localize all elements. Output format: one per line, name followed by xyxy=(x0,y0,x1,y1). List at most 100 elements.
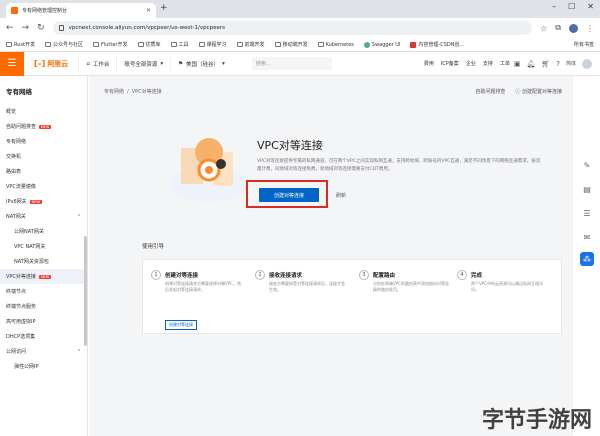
right-toolbar: ✎ ▤ ☰ ✉ ⁂ xyxy=(572,76,600,436)
sidebar-item[interactable]: 终端节点服务 xyxy=(0,299,87,314)
refresh-button[interactable]: 刷新 xyxy=(329,188,353,202)
sidebar-item[interactable]: NAT网关 ⌃ xyxy=(0,209,87,224)
bell-icon[interactable]: 🔔︎ xyxy=(526,60,535,68)
sidebar-item[interactable]: 弹性公网IP xyxy=(0,359,87,374)
browser-tab[interactable]: 专有网络管理控制台 ✕ xyxy=(6,3,156,18)
doc-icon[interactable]: ▤ xyxy=(580,182,594,196)
chevron-down-icon: ▾ xyxy=(222,60,225,67)
bookmark-item[interactable]: 优质库 xyxy=(137,41,161,48)
new-tab-icon[interactable]: + xyxy=(160,3,168,13)
extensions-icon[interactable]: ⧉ xyxy=(555,23,561,33)
sidebar-item[interactable]: 交换机 xyxy=(0,149,87,164)
top-link-icp[interactable]: ICP备案 xyxy=(441,60,459,67)
close-tab-icon[interactable]: ✕ xyxy=(146,7,151,14)
bookmark-item[interactable]: 移动端开发 xyxy=(274,41,308,48)
peer-config-link[interactable]: ⓘ 创建配置对等连接 xyxy=(515,88,562,95)
menu-icon[interactable]: ⋮ xyxy=(586,24,594,33)
sidebar-item[interactable]: 终端节点 xyxy=(0,284,87,299)
bookmark-item[interactable]: 内容管理-CSDN创... xyxy=(410,41,464,48)
reload-icon[interactable]: ↻ xyxy=(37,23,45,33)
sidebar-item[interactable]: VPC对等连接 NEW xyxy=(0,269,87,284)
lang-select[interactable]: 简体 xyxy=(566,60,576,67)
breadcrumb-item: VPC对等连接 xyxy=(131,89,162,95)
workspace-link[interactable]: ⌂ 工作台 xyxy=(78,56,116,71)
sidebar-item-label: 弹性公网IP xyxy=(14,364,39,370)
bookmark-item[interactable]: 工具 xyxy=(170,41,189,48)
step-title: 创建对等连接 xyxy=(165,273,199,279)
folder-icon xyxy=(317,42,324,47)
console-search-input[interactable]: 搜索... xyxy=(251,57,332,70)
tab-favicon-icon xyxy=(11,7,18,14)
sidebar-item[interactable]: 公网访问 ⌃ xyxy=(0,344,87,359)
sidebar-item[interactable]: 公网NAT网关 xyxy=(0,224,87,239)
bookmark-item[interactable]: 公众号与社区 xyxy=(44,41,83,48)
top-link-fee[interactable]: 费用 xyxy=(424,60,434,67)
forward-icon[interactable]: → xyxy=(22,23,30,33)
sidebar-item[interactable]: DHCP选项集 xyxy=(0,329,87,344)
minimize-icon[interactable]: – xyxy=(552,2,556,11)
sidebar-item[interactable]: NAT网关资源包 xyxy=(0,254,87,269)
url-field[interactable]: vpcnext.console.aliyun.com/vpcpeer/us-we… xyxy=(52,21,533,35)
browser-tab-bar: 专有网络管理控制台 ✕ + – ☐ ✕ xyxy=(0,0,600,18)
folder-icon xyxy=(170,42,177,47)
top-link-support[interactable]: 支持 xyxy=(483,60,493,67)
step-title: 接收连接请求 xyxy=(269,273,303,279)
aliyun-logo[interactable]: [–] 阿里云 xyxy=(24,59,78,69)
step-create-link[interactable]: 创建对等连接 xyxy=(165,320,197,330)
main-content: 专有网络 / VPC对等连接 自助问题排查 ⓘ 创建配置对等连接 VPC对等连接 V… xyxy=(89,76,572,436)
bookmark-item[interactable]: Kubernetes xyxy=(317,42,354,48)
window-controls: – ☐ ✕ xyxy=(552,2,594,11)
chevron-down-icon: ▾ xyxy=(160,60,164,67)
bookmark-item[interactable]: Rust开发 xyxy=(6,41,35,48)
help-icon[interactable]: ? xyxy=(556,60,560,68)
step-desc: 分别在两端VPC的路由表中添加指向对等连接的路由条目。 xyxy=(373,281,449,292)
sidebar-item-label: 交换机 xyxy=(6,154,22,160)
list-icon[interactable]: ☰ xyxy=(580,206,594,220)
bookmark-item[interactable]: Swagger UI xyxy=(363,41,400,48)
sidebar-scrollbar[interactable] xyxy=(84,236,87,346)
folder-icon xyxy=(198,42,205,47)
profile-avatar[interactable] xyxy=(569,23,578,33)
help-circle-icon: ⓘ xyxy=(515,89,522,95)
bookmark-item[interactable]: 前端开发 xyxy=(236,41,265,48)
create-peering-button[interactable]: 创建对等连接 xyxy=(259,188,319,202)
sidebar-item[interactable]: IPv6网关 NEW xyxy=(0,194,87,209)
flag-icon: ⚑ xyxy=(178,60,184,67)
sidebar-item[interactable]: 专有网络 xyxy=(0,134,87,149)
folder-icon xyxy=(274,42,281,47)
breadcrumb-item[interactable]: 专有网络 xyxy=(104,89,124,95)
region-select[interactable]: ⚑ 美国（硅谷） ▾ xyxy=(170,56,232,71)
star-icon[interactable]: ☆ xyxy=(540,24,547,33)
terminal-icon[interactable]: ▣ xyxy=(514,60,521,68)
empty-state-hero: VPC对等连接 VPC对等连接提供专属的私网通道，可在两个VPC之间实现私网互通… xyxy=(89,112,572,232)
resource-group-select[interactable]: 账号全部资源 ▾ xyxy=(116,56,170,71)
edit-icon[interactable]: ✎ xyxy=(580,158,594,172)
chat-icon[interactable]: ✉ xyxy=(580,230,594,244)
bookmark-item[interactable]: Flutter开发 xyxy=(93,41,128,48)
user-avatar[interactable] xyxy=(582,58,592,69)
top-link-ticket[interactable]: 工单 xyxy=(500,60,510,67)
step-number: 4 xyxy=(457,270,467,280)
page-title: VPC对等连接 xyxy=(257,139,323,152)
page-description: VPC对等连接提供专属的私网通道，可在两个VPC之间实现私网互通，支持跨地域、跨… xyxy=(257,159,541,172)
all-bookmarks[interactable]: 所有书签 xyxy=(570,41,594,48)
sidebar-item[interactable]: 概览 xyxy=(0,104,87,119)
close-window-icon[interactable]: ✕ xyxy=(587,2,594,11)
sidebar-menu: 概览 自助问题排查 NEW 专有网络 交换机 路由表 VPC流量镜像 IPv6网关 NEW NAT… xyxy=(0,104,87,374)
sidebar-item[interactable]: 高可用虚拟IP xyxy=(0,314,87,329)
maximize-icon[interactable]: ☐ xyxy=(568,2,575,11)
sidebar-title: 专有网络 xyxy=(6,88,32,96)
sidebar-item[interactable]: VPC NAT网关 xyxy=(0,239,87,254)
hamburger-menu-icon[interactable]: ☰ xyxy=(0,51,24,76)
bookmark-item[interactable]: 课程学习 xyxy=(198,41,227,48)
breadcrumb: 专有网络 / VPC对等连接 xyxy=(104,88,162,95)
sidebar-item[interactable]: 自助问题排查 NEW xyxy=(0,119,87,134)
cart-icon[interactable]: 🛒︎ xyxy=(541,60,550,68)
sidebar-item[interactable]: 路由表 xyxy=(0,164,87,179)
back-icon[interactable]: ← xyxy=(6,23,14,33)
troubleshoot-link[interactable]: 自助问题排查 xyxy=(475,88,505,95)
apps-icon[interactable]: ⁂ xyxy=(580,252,594,266)
aliyun-logo-icon: [–] xyxy=(34,59,46,68)
sidebar-item[interactable]: VPC流量镜像 xyxy=(0,179,87,194)
top-link-enterprise[interactable]: 企业 xyxy=(466,60,476,67)
